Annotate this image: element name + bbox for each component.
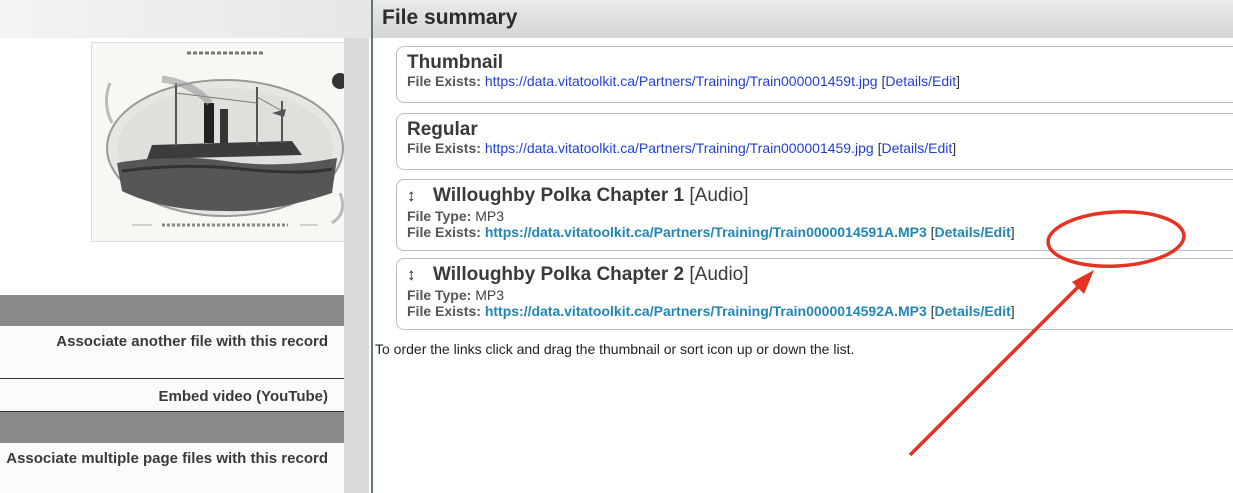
- file-exists-label: File Exists:: [407, 73, 481, 89]
- file-title-row: ↕ Willoughby Polka Chapter 1 [Audio]: [407, 186, 1233, 206]
- file-title-row: ↕ Willoughby Polka Chapter 2 [Audio]: [407, 265, 1233, 285]
- file-card-chapter-2[interactable]: ↕ Willoughby Polka Chapter 2 [Audio] File…: [396, 258, 1233, 330]
- file-exists-row: File Exists: https://data.vitatoolkit.ca…: [407, 140, 957, 156]
- file-kind: [Audio]: [689, 264, 749, 285]
- topbar-left: [0, 0, 371, 38]
- file-card-thumbnail[interactable]: Thumbnail File Exists: https://data.vita…: [396, 46, 1233, 103]
- file-title: Thumbnail: [407, 52, 504, 73]
- file-title: Regular: [407, 119, 478, 140]
- associate-multiple-link[interactable]: Associate multiple page files with this …: [0, 443, 344, 493]
- details-edit-link[interactable]: Details/Edit: [935, 224, 1011, 240]
- file-card-regular[interactable]: Regular File Exists: https://data.vitato…: [396, 113, 1233, 170]
- file-url-link[interactable]: https://data.vitatoolkit.ca/Partners/Tra…: [485, 224, 927, 240]
- details-edit-link[interactable]: Details/Edit: [935, 303, 1011, 319]
- associate-multiple-label: Associate multiple page files with this …: [6, 450, 328, 467]
- sidebar: Associate another file with this record …: [0, 38, 373, 493]
- file-title: Willoughby Polka Chapter 2: [433, 264, 685, 285]
- file-card-chapter-1[interactable]: ↕ Willoughby Polka Chapter 1 [Audio] File…: [396, 179, 1233, 251]
- sidebar-section-header: [0, 295, 344, 326]
- file-type-label: File Type:: [407, 287, 472, 303]
- page-title: File summary: [382, 6, 518, 29]
- steamship-illustration: [92, 43, 358, 241]
- details-edit-link[interactable]: Details/Edit: [885, 73, 956, 89]
- order-hint-text: To order the links click and drag the th…: [375, 341, 855, 357]
- sidebar-scrollbar[interactable]: [344, 38, 369, 493]
- file-url-link[interactable]: https://data.vitatoolkit.ca/Partners/Tra…: [485, 303, 927, 319]
- embed-video-link[interactable]: Embed video (YouTube): [0, 379, 344, 412]
- file-type-row: File Type: MP3: [407, 287, 1233, 303]
- sidebar-panel: Associate another file with this record …: [0, 38, 359, 493]
- file-type-row: File Type: MP3: [407, 208, 1233, 224]
- sort-arrows-icon[interactable]: ↕: [407, 186, 433, 206]
- file-exists-row: File Exists: https://data.vitatoolkit.ca…: [407, 224, 1015, 240]
- file-exists-label: File Exists:: [407, 140, 481, 156]
- file-title: Willoughby Polka Chapter 1: [433, 185, 685, 206]
- file-exists-row: File Exists: https://data.vitatoolkit.ca…: [407, 73, 961, 89]
- embed-video-label: Embed video (YouTube): [158, 388, 328, 405]
- file-exists-label: File Exists:: [407, 303, 481, 319]
- file-kind: [Audio]: [689, 185, 749, 206]
- sort-arrows-icon[interactable]: ↕: [407, 265, 433, 285]
- file-exists-row: File Exists: https://data.vitatoolkit.ca…: [407, 303, 1015, 319]
- thumbnail-image[interactable]: [91, 42, 359, 242]
- sidebar-section-header: [0, 412, 344, 443]
- file-type-value: MP3: [475, 208, 504, 224]
- file-type-label: File Type:: [407, 208, 472, 224]
- associate-file-label: Associate another file with this record: [56, 333, 328, 350]
- associate-file-link[interactable]: Associate another file with this record: [0, 326, 344, 379]
- file-type-value: MP3: [475, 287, 504, 303]
- file-url-link[interactable]: https://data.vitatoolkit.ca/Partners/Tra…: [485, 140, 874, 156]
- file-url-link[interactable]: https://data.vitatoolkit.ca/Partners/Tra…: [485, 73, 878, 89]
- header-bar: File summary: [371, 0, 1233, 38]
- file-exists-label: File Exists:: [407, 224, 481, 240]
- details-edit-link[interactable]: Details/Edit: [881, 140, 952, 156]
